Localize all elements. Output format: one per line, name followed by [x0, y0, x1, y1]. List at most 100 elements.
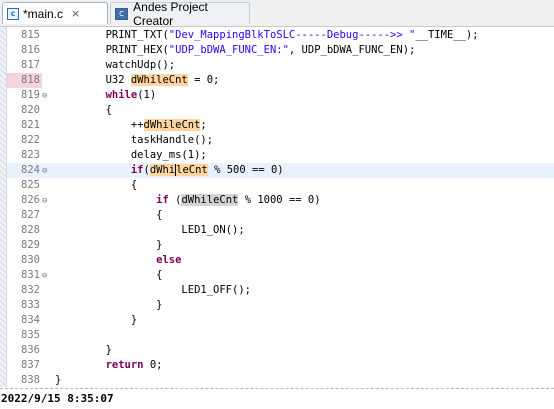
line-number: 821 [21, 119, 40, 131]
keyword: if [156, 194, 169, 206]
code-line[interactable]: 816 PRINT_HEX("UDP_bDWA_FUNC_EN:", UDP_b… [7, 43, 554, 58]
string-literal: "UDP_bDWA_FUNC_EN:" [168, 44, 289, 56]
code-text: ( [143, 164, 150, 176]
andes-creator-icon: C [115, 7, 129, 20]
line-number: 829 [21, 239, 40, 251]
code-text: = 0; [187, 74, 220, 86]
code-line[interactable]: 821 ++dWhileCnt; [7, 118, 554, 133]
code-text: { [55, 269, 163, 281]
code-line[interactable]: 831 ⊖ { [7, 268, 554, 283]
line-number: 828 [21, 224, 40, 236]
code-text: % 1000 == 0) [238, 194, 321, 206]
code-line[interactable]: 832 LED1_OFF(); [7, 283, 554, 298]
code-text: PRINT_HEX( [55, 44, 169, 56]
code-line[interactable]: 824 ⊖ if(dWhileCnt % 500 == 0) [7, 163, 554, 178]
line-number: 838 [21, 374, 40, 386]
line-number: 836 [21, 344, 40, 356]
code-text: watchUdp(); [55, 59, 176, 71]
line-number: 827 [21, 209, 40, 221]
string-literal: "Dev_MappingBlkToSLC-----Debug----->> " [168, 29, 416, 41]
code-text: } [55, 239, 163, 251]
keyword: else [156, 254, 182, 266]
line-number: 835 [21, 329, 40, 341]
timestamp: 2022/9/15 8:35:07 [1, 392, 114, 405]
code-line[interactable]: 828 LED1_ON(); [7, 223, 554, 238]
fold-toggle-icon[interactable]: ⊖ [42, 89, 55, 104]
line-number: 815 [21, 29, 40, 41]
code-line[interactable]: 829 } [7, 238, 554, 253]
fold-toggle-icon[interactable]: ⊖ [42, 164, 55, 179]
line-number: 831 [21, 269, 40, 281]
tab-label: Andes Project Creator [133, 0, 208, 28]
code-editor[interactable]: 815 PRINT_TXT("Dev_MappingBlkToSLC-----D… [0, 27, 554, 387]
code-text: LED1_OFF(); [55, 284, 251, 296]
code-line[interactable]: 838} [7, 373, 554, 388]
line-number: 820 [21, 104, 40, 116]
code-text: } [55, 374, 62, 386]
line-number: 830 [21, 254, 40, 266]
line-number: 818 [7, 73, 42, 88]
line-number: 832 [21, 284, 40, 296]
code-line[interactable]: 822 taskHandle(); [7, 133, 554, 148]
close-icon[interactable]: × [71, 7, 80, 20]
code-text: __TIME__); [415, 29, 479, 41]
occurrence-highlight: dWhi [149, 164, 176, 176]
occurrence-highlight: dWhileCnt [181, 194, 239, 206]
code-line[interactable]: 836 } [7, 343, 554, 358]
overview-ruler [0, 27, 7, 387]
code-line[interactable]: 835 [7, 328, 554, 343]
keyword: return [105, 359, 144, 371]
code-text: % 500 == 0) [207, 164, 284, 176]
code-line[interactable]: 827 { [7, 208, 554, 223]
code-text: { [55, 209, 163, 221]
fold-toggle-icon[interactable]: ⊖ [42, 194, 55, 209]
tab-andes-project-creator[interactable]: C Andes Project Creator [110, 0, 250, 28]
line-number: 819 [21, 89, 40, 101]
line-number: 837 [21, 359, 40, 371]
occurrence-highlight: dWhileCnt [130, 74, 188, 86]
c-file-icon: c [7, 7, 19, 20]
line-number: 826 [21, 194, 40, 206]
tab-main-c[interactable]: c *main.c × [2, 2, 108, 24]
fold-toggle-icon[interactable]: ⊖ [42, 269, 55, 284]
code-text: delay_ms(1); [55, 149, 207, 161]
code-line[interactable]: 820 { [7, 103, 554, 118]
code-text: 0; [143, 359, 163, 371]
line-number: 833 [21, 299, 40, 311]
keyword: if [130, 164, 144, 176]
code-text: } [55, 344, 112, 356]
keyword: while [105, 89, 138, 101]
occurrence-highlight: dWhileCnt [143, 119, 201, 131]
code-line[interactable]: 823 delay_ms(1); [7, 148, 554, 163]
line-number: 817 [21, 59, 40, 71]
code-text: { [55, 179, 138, 191]
code-line[interactable]: 833 } [7, 298, 554, 313]
code-line[interactable]: 815 PRINT_TXT("Dev_MappingBlkToSLC-----D… [7, 28, 554, 43]
code-line[interactable]: 819 ⊖ while(1) [7, 88, 554, 103]
code-line[interactable]: 825 { [7, 178, 554, 193]
separator [0, 388, 554, 389]
code-text: ; [200, 119, 207, 131]
code-text: } [55, 299, 163, 311]
code-line[interactable]: 834 } [7, 313, 554, 328]
code-text: ++ [55, 119, 144, 131]
code-text: PRINT_TXT( [55, 29, 169, 41]
code-line[interactable]: 830 else [7, 253, 554, 268]
code-line[interactable]: 826 ⊖ if (dWhileCnt % 1000 == 0) [7, 193, 554, 208]
code-line[interactable]: 837 return 0; [7, 358, 554, 373]
code-text: , UDP_bDWA_FUNC_EN); [288, 44, 416, 56]
code-text: LED1_ON(); [55, 224, 245, 236]
line-number: 834 [21, 314, 40, 326]
code-text: ( [168, 194, 182, 206]
code-line[interactable]: 817 watchUdp(); [7, 58, 554, 73]
line-number: 825 [21, 179, 40, 191]
occurrence-highlight: leCnt [176, 164, 208, 176]
editor-tab-bar: c *main.c × C Andes Project Creator [0, 0, 554, 28]
line-number: 816 [21, 44, 40, 56]
code-line[interactable]: 818 U32 dWhileCnt = 0; [7, 73, 554, 88]
